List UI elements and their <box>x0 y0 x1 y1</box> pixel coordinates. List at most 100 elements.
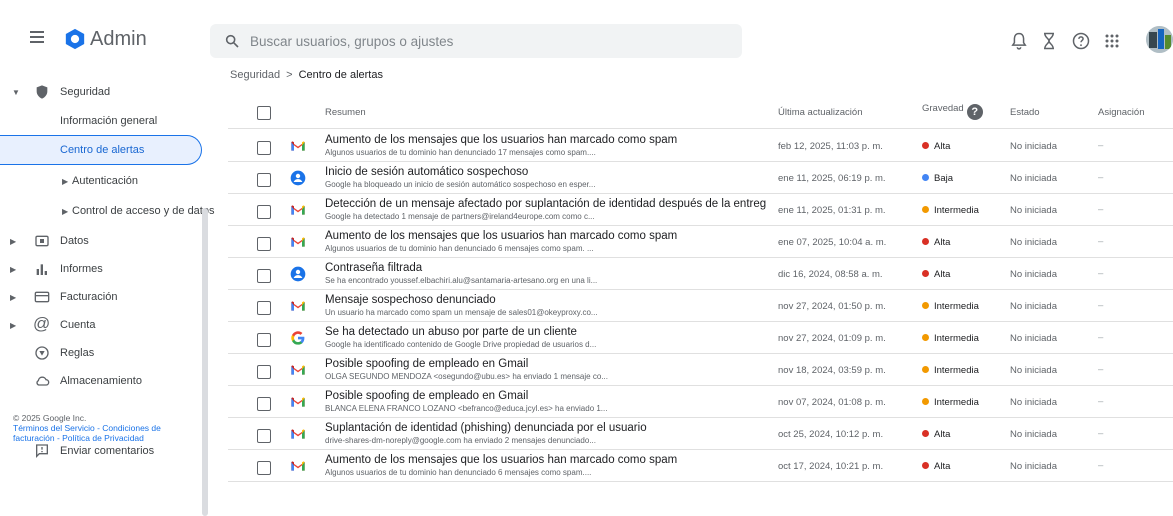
column-header-summary[interactable]: Resumen <box>325 107 366 118</box>
row-checkbox[interactable] <box>257 397 271 411</box>
sidebar-item-billing[interactable]: ▶ Facturación <box>0 283 200 311</box>
alert-last-updated: nov 27, 2024, 01:50 p. m. <box>778 301 886 312</box>
alert-status: No iniciada <box>1010 237 1057 248</box>
severity-dot-icon <box>922 302 929 309</box>
table-row[interactable]: Detección de un mensaje afectado por sup… <box>228 194 1173 226</box>
gmail-icon <box>291 301 305 311</box>
row-checkbox[interactable] <box>257 333 271 347</box>
breadcrumb: Seguridad > Centro de alertas <box>230 69 383 81</box>
alert-assignment: – <box>1098 460 1104 471</box>
sidebar-scrollbar[interactable] <box>202 208 208 516</box>
alert-severity: Intermedia <box>922 301 979 312</box>
apps-grid-icon[interactable] <box>1102 31 1122 51</box>
footer-links[interactable]: facturación - Política de Privacidad <box>13 433 161 443</box>
gmail-icon <box>291 461 305 471</box>
severity-dot-icon <box>922 366 929 373</box>
alert-title[interactable]: Posible spoofing de empleado en Gmail <box>325 390 770 402</box>
alert-severity: Alta <box>922 141 950 152</box>
gmail-icon <box>291 397 305 407</box>
alert-assignment: – <box>1098 172 1104 183</box>
row-checkbox[interactable] <box>257 237 271 251</box>
chevron-right-icon: ▶ <box>62 206 69 216</box>
severity-help-icon[interactable]: ? <box>966 104 983 120</box>
alert-title[interactable]: Contraseña filtrada <box>325 262 770 274</box>
alert-description: Se ha encontrado youssef.elbachiri.alu@s… <box>325 276 598 285</box>
sidebar-item-rules[interactable]: Reglas <box>0 339 200 367</box>
alert-severity: Intermedia <box>922 205 979 216</box>
alert-title[interactable]: Aumento de los mensajes que los usuarios… <box>325 134 770 146</box>
breadcrumb-parent[interactable]: Seguridad <box>230 69 280 81</box>
alert-title[interactable]: Detección de un mensaje afectado por sup… <box>325 198 770 210</box>
alert-title[interactable]: Aumento de los mensajes que los usuarios… <box>325 454 770 466</box>
chevron-right-icon: ▶ <box>10 236 17 246</box>
main-menu-button[interactable] <box>30 31 44 43</box>
google-icon <box>291 331 305 345</box>
alert-title[interactable]: Aumento de los mensajes que los usuarios… <box>325 230 770 242</box>
search-input[interactable] <box>250 32 720 50</box>
sidebar-item-label: Información general <box>60 115 158 127</box>
search-box[interactable] <box>210 24 742 58</box>
severity-label: Intermedia <box>934 301 979 312</box>
sidebar-item-data[interactable]: ▶ Datos <box>0 227 200 255</box>
row-checkbox[interactable] <box>257 461 271 475</box>
alert-severity: Intermedia <box>922 333 979 344</box>
alert-title[interactable]: Posible spoofing de empleado en Gmail <box>325 358 770 370</box>
sidebar-item-alert-center[interactable]: Centro de alertas <box>0 135 202 165</box>
column-header-severity[interactable]: Gravedad? <box>922 103 983 120</box>
row-checkbox[interactable] <box>257 301 271 315</box>
sidebar-item-overview[interactable]: Información general <box>0 107 200 135</box>
sidebar-item-account[interactable]: ▶ @ Cuenta <box>0 311 200 339</box>
account-avatar[interactable] <box>1146 26 1173 53</box>
row-checkbox[interactable] <box>257 365 271 379</box>
admin-logo-icon[interactable] <box>64 28 86 50</box>
alert-title[interactable]: Mensaje sospechoso denunciado <box>325 294 770 306</box>
table-row[interactable]: Aumento de los mensajes que los usuarios… <box>228 226 1173 258</box>
row-checkbox[interactable] <box>257 269 271 283</box>
copyright-text: © 2025 Google Inc. <box>13 413 87 423</box>
sidebar-item-security[interactable]: ▼ Seguridad <box>0 78 210 106</box>
sidebar-item-access-control[interactable]: ▶ Control de acceso y de datos <box>0 197 214 225</box>
sidebar-item-authentication[interactable]: ▶ Autenticación <box>0 167 200 195</box>
sidebar-item-label: Almacenamiento <box>60 375 142 387</box>
table-header: Resumen Última actualización Gravedad? E… <box>228 95 1173 129</box>
row-checkbox[interactable] <box>257 429 271 443</box>
select-all-checkbox[interactable] <box>257 106 271 120</box>
table-row[interactable]: Posible spoofing de empleado en Gmail BLA… <box>228 386 1173 418</box>
bell-icon[interactable] <box>1009 31 1029 51</box>
severity-dot-icon <box>922 206 929 213</box>
row-checkbox[interactable] <box>257 141 271 155</box>
app-title[interactable]: Admin <box>90 28 147 51</box>
severity-dot-icon <box>922 430 929 437</box>
sidebar-item-reports[interactable]: ▶ Informes <box>0 255 200 283</box>
severity-label: Alta <box>934 429 951 440</box>
table-row[interactable]: Posible spoofing de empleado en Gmail OLG… <box>228 354 1173 386</box>
alert-title[interactable]: Inicio de sesión automático sospechoso <box>325 166 770 178</box>
row-checkbox[interactable] <box>257 173 271 187</box>
table-row[interactable]: Mensaje sospechoso denunciado Un usuario … <box>228 290 1173 322</box>
sidebar-item-label: Cuenta <box>60 319 96 331</box>
row-checkbox[interactable] <box>257 205 271 219</box>
alert-severity: Alta <box>922 237 950 248</box>
alert-title[interactable]: Suplantación de identidad (phishing) den… <box>325 422 770 434</box>
sidebar-footer: © 2025 Google Inc. Términos del Servicio… <box>13 413 161 443</box>
top-bar: Admin <box>0 0 1173 70</box>
severity-label: Intermedia <box>934 205 979 216</box>
column-header-status[interactable]: Estado <box>1010 107 1040 118</box>
table-row[interactable]: Inicio de sesión automático sospechoso Go… <box>228 162 1173 194</box>
table-row[interactable]: Contraseña filtrada Se ha encontrado yous… <box>228 258 1173 290</box>
table-row[interactable]: Aumento de los mensajes que los usuarios… <box>228 450 1173 482</box>
severity-dot-icon <box>922 270 929 277</box>
hourglass-icon[interactable] <box>1039 31 1059 51</box>
severity-label: Alta <box>934 269 951 280</box>
table-row[interactable]: Suplantación de identidad (phishing) den… <box>228 418 1173 450</box>
footer-links[interactable]: Términos del Servicio - Condiciones de <box>13 423 161 433</box>
column-header-assignment[interactable]: Asignación <box>1098 107 1144 118</box>
column-header-updated[interactable]: Última actualización <box>778 107 862 118</box>
table-row[interactable]: Aumento de los mensajes que los usuarios… <box>228 130 1173 162</box>
help-icon[interactable] <box>1071 31 1091 51</box>
table-row[interactable]: Se ha detectado un abuso por parte de un… <box>228 322 1173 354</box>
chevron-down-icon[interactable]: ▼ <box>12 88 20 97</box>
alert-title[interactable]: Se ha detectado un abuso por parte de un… <box>325 326 770 338</box>
sidebar-item-storage[interactable]: Almacenamiento <box>0 367 200 395</box>
gmail-icon <box>291 205 305 215</box>
